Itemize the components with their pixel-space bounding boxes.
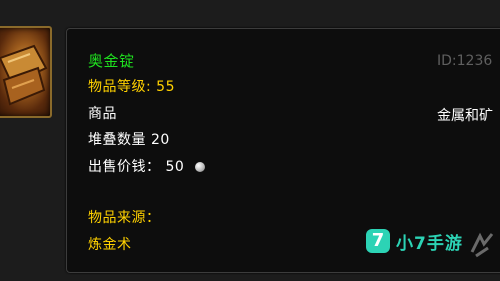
ingot-artwork [0, 44, 48, 106]
gold-ingot-item-icon[interactable] [0, 26, 52, 118]
watermark-decoration-icon [470, 232, 494, 258]
game-screen: 奥金锭 物品等级: 55 商品 堆叠数量 20 出售价钱： 50 物品来源： 炼… [0, 0, 500, 281]
item-stack-size: 堆叠数量 20 [88, 132, 170, 148]
item-id: ID:1236 [437, 53, 493, 69]
item-source-value: 炼金术 [88, 237, 132, 253]
sell-price-label: 出售价钱： [88, 159, 161, 175]
item-type: 金属和矿 [437, 108, 493, 124]
silver-coin-icon [195, 162, 206, 172]
sell-price-value: 50 [165, 159, 185, 175]
item-sell-price: 出售价钱： 50 [88, 156, 206, 176]
watermark-logo-icon: 7 [366, 229, 390, 253]
item-category: 商品 [88, 106, 117, 122]
watermark-text: 小7手游 [396, 233, 463, 254]
site-watermark: 7 小7手游 [366, 226, 463, 256]
item-name: 奥金锭 [88, 52, 135, 70]
item-level: 物品等级: 55 [88, 79, 175, 95]
item-source-label: 物品来源： [88, 210, 161, 226]
